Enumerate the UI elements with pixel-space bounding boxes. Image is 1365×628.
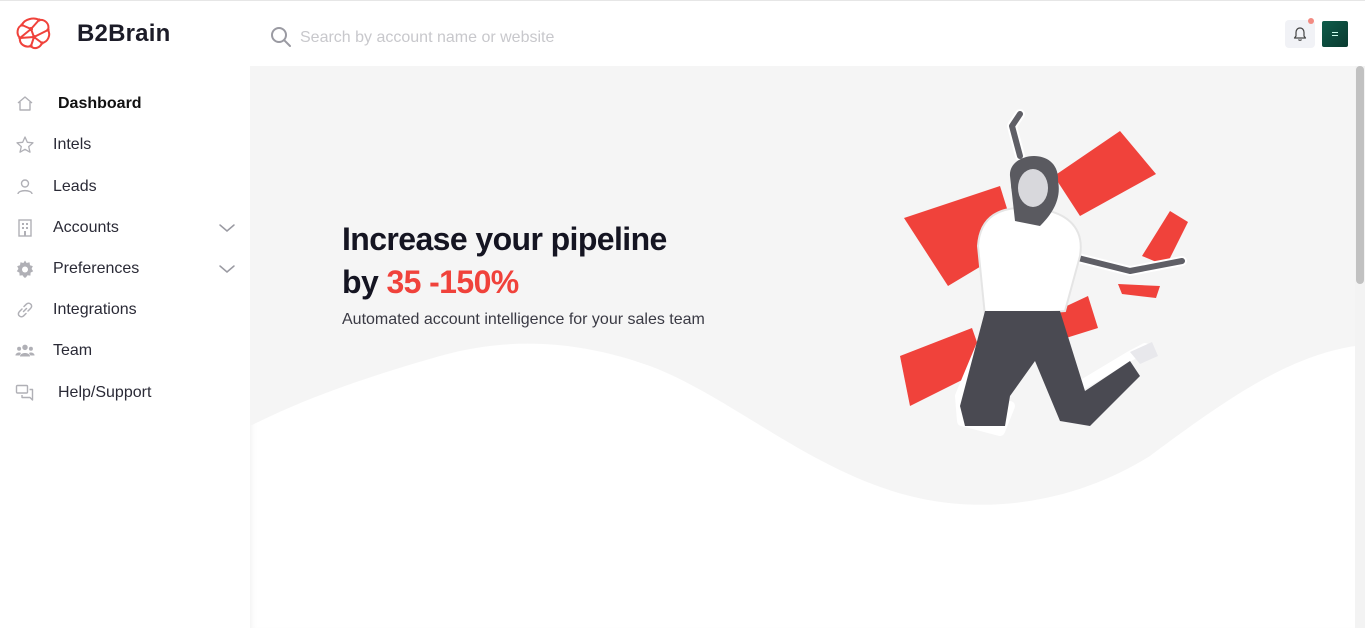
top-bar: B2Brain bbox=[0, 0, 1365, 66]
hero-line-2-prefix: by bbox=[342, 264, 387, 300]
chevron-down-icon[interactable] bbox=[218, 260, 236, 278]
sidebar-item-label: Help/Support bbox=[58, 384, 152, 401]
hero-accent-percent: 35 -150% bbox=[386, 264, 519, 300]
search-icon bbox=[271, 27, 291, 47]
sidebar-item-label: Integrations bbox=[53, 301, 137, 318]
sidebar-item-integrations[interactable]: Integrations bbox=[0, 292, 250, 328]
hero-subtitle: Automated account intelligence for your … bbox=[342, 311, 705, 328]
team-icon bbox=[15, 344, 35, 357]
sidebar-item-help-support[interactable]: Help/Support bbox=[0, 375, 250, 411]
sidebar-item-accounts[interactable]: Accounts bbox=[0, 210, 250, 246]
sidebar-item-preferences[interactable]: Preferences bbox=[0, 251, 250, 287]
user-icon bbox=[17, 179, 33, 195]
hero-line-1: Increase your pipeline bbox=[342, 221, 667, 257]
sidebar-item-label: Intels bbox=[53, 136, 92, 153]
search-input[interactable] bbox=[300, 23, 800, 53]
avatar[interactable] bbox=[1322, 21, 1348, 47]
hero-illustration bbox=[900, 109, 1188, 436]
gear-icon bbox=[16, 260, 34, 278]
main-content: Increase your pipeline by 35 -150% Autom… bbox=[250, 66, 1355, 628]
sidebar-item-intels[interactable]: Intels bbox=[0, 127, 250, 163]
sidebar-item-label: Accounts bbox=[53, 219, 119, 236]
hero-headline: Increase your pipeline by 35 -150% bbox=[342, 218, 667, 304]
sidebar-item-label: Team bbox=[53, 342, 93, 359]
sidebar-item-team[interactable]: Team bbox=[0, 333, 250, 369]
chevron-down-icon[interactable] bbox=[218, 219, 236, 237]
star-icon bbox=[16, 136, 34, 153]
notification-dot bbox=[1308, 18, 1314, 24]
home-icon bbox=[17, 96, 33, 111]
chat-icon bbox=[15, 384, 34, 401]
building-icon bbox=[18, 219, 32, 237]
hero-line-2: by 35 -150% bbox=[342, 261, 667, 304]
link-icon bbox=[17, 302, 33, 318]
brain-logo-icon[interactable] bbox=[14, 15, 52, 53]
sidebar-item-dashboard[interactable]: Dashboard bbox=[0, 86, 250, 122]
sidebar: Dashboard Intels Leads Accounts Preferen… bbox=[0, 66, 250, 628]
brand-name[interactable]: B2Brain bbox=[77, 20, 170, 48]
sidebar-item-leads[interactable]: Leads bbox=[0, 169, 250, 205]
sidebar-item-label: Leads bbox=[53, 178, 97, 195]
sidebar-item-label: Dashboard bbox=[58, 95, 142, 112]
notifications-button[interactable] bbox=[1285, 20, 1315, 48]
sidebar-item-label: Preferences bbox=[53, 260, 140, 277]
scrollbar-thumb[interactable] bbox=[1356, 66, 1364, 284]
bell-icon bbox=[1293, 26, 1307, 41]
